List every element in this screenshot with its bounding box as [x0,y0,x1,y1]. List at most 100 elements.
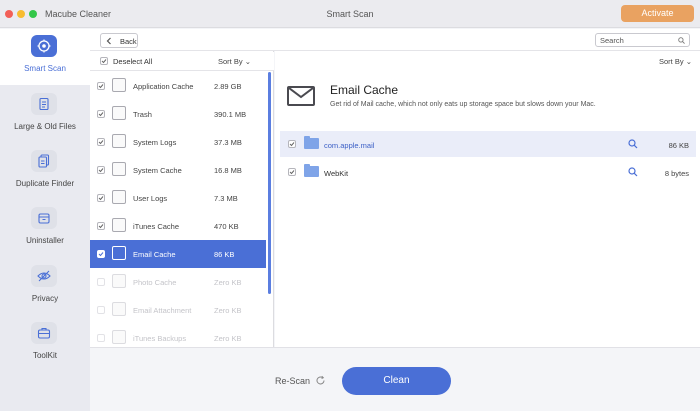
uninstall-icon [31,207,57,229]
item-size: 7.3 MB [214,194,238,203]
app-name: Macube Cleaner [45,9,112,19]
minimize-window-button[interactable] [17,10,25,18]
item-size: 470 KB [214,222,239,231]
target-icon [31,35,57,57]
log-icon [112,134,126,148]
list-scrollbar[interactable] [268,72,271,294]
item-name: iTunes Backups [133,334,187,343]
folder-icon [304,164,319,177]
chevron-down-icon: ⌄ [244,57,251,66]
item-name: User Logs [133,194,168,203]
trash-icon [112,106,126,120]
item-size: Zero KB [214,306,242,315]
clean-button[interactable]: Clean [342,367,451,395]
item-size: 37.3 MB [214,138,242,147]
mail-icon [287,86,315,106]
zoom-window-button[interactable] [29,10,37,18]
document-icon [31,93,57,115]
list-item-application-cache[interactable]: Application Cache 2.89 GB [90,72,266,100]
item-name: Trash [133,110,152,119]
list-item-system-cache[interactable]: System Cache 16.8 MB [90,156,266,184]
back-button[interactable]: Back [100,33,138,48]
item-checkbox[interactable] [97,110,105,118]
item-checkbox [97,278,105,286]
item-checkbox[interactable] [97,250,105,258]
item-checkbox[interactable] [97,222,105,230]
item-checkbox[interactable] [97,194,105,202]
magnifier-icon[interactable] [628,139,638,149]
file-row-webkit[interactable]: WebKit 8 bytes [280,159,696,185]
item-checkbox[interactable] [97,82,105,90]
rescan-button[interactable]: Re-Scan [275,376,310,386]
search-placeholder: Search [600,36,624,45]
eye-slash-icon [31,265,57,287]
file-checkbox[interactable] [288,168,296,176]
item-size: Zero KB [214,278,242,287]
list-item-trash[interactable]: Trash 390.1 MB [90,100,266,128]
chevron-down-icon: ⌄ [685,57,692,66]
item-name: Email Attachment [133,306,192,315]
sidebar-item-toolkit[interactable]: ToolKit [0,316,90,372]
sidebar-item-label: ToolKit [32,351,57,360]
refresh-icon[interactable] [315,375,326,386]
chevron-left-icon [106,37,111,45]
list-item-email-attachment: Email Attachment Zero KB [90,296,266,324]
toolbar: Back Search [90,29,700,51]
file-size: 86 KB [668,141,689,150]
deselect-all-checkbox[interactable] [100,57,108,65]
file-name: WebKit [324,169,349,178]
gear-icon [112,162,126,176]
item-name: Application Cache [133,82,194,91]
photo-icon [112,274,126,288]
sidebar-item-label: Uninstaller [26,236,64,245]
sidebar-item-privacy[interactable]: Privacy [0,259,90,315]
item-name: Photo Cache [133,278,177,287]
item-checkbox [97,334,105,342]
sidebar-item-label: Smart Scan [24,64,66,73]
detail-header: Email Cache Get rid of Mail cache, which… [275,72,700,128]
file-checkbox[interactable] [288,140,296,148]
sidebar-item-smart-scan[interactable]: Smart Scan [0,29,90,85]
list-item-photo-cache: Photo Cache Zero KB [90,268,266,296]
user-icon [112,190,126,204]
item-name: System Cache [133,166,182,175]
file-size: 8 bytes [664,169,689,178]
item-name: Email Cache [133,250,176,259]
sidebar-item-label: Duplicate Finder [15,179,75,188]
sidebar-item-label: Large & Old Files [14,122,76,131]
item-name: iTunes Cache [133,222,179,231]
item-checkbox[interactable] [97,138,105,146]
detail-title: Email Cache [330,83,399,97]
item-size: 16.8 MB [214,166,242,175]
back-label: Back [120,37,137,46]
list-sort-by-dropdown[interactable]: Sort By ⌄ [218,57,251,66]
folder-icon [304,136,319,149]
duplicate-icon [31,150,57,172]
item-checkbox[interactable] [97,166,105,174]
music-note-icon [112,218,126,232]
toolkit-icon [31,322,57,344]
list-item-email-cache[interactable]: Email Cache 86 KB [90,240,266,268]
list-item-system-logs[interactable]: System Logs 37.3 MB [90,128,266,156]
checkmark-icon [101,59,107,64]
list-item-itunes-backups: iTunes Backups Zero KB [90,324,266,347]
file-row-com-apple-mail[interactable]: com.apple.mail 86 KB [280,131,696,157]
sidebar-item-large-old-files[interactable]: Large & Old Files [0,87,90,143]
detail-sort-by-dropdown[interactable]: Sort By ⌄ [659,57,692,66]
item-checkbox [97,306,105,314]
search-input[interactable]: Search [595,33,690,47]
sidebar: Smart Scan Large & Old Files Duplicate F… [0,29,90,411]
item-size: 2.89 GB [214,82,242,91]
magnifier-icon[interactable] [628,167,638,177]
list-item-itunes-cache[interactable]: iTunes Cache 470 KB [90,212,266,240]
sidebar-item-duplicate-finder[interactable]: Duplicate Finder [0,144,90,200]
sidebar-item-uninstaller[interactable]: Uninstaller [0,201,90,257]
list-item-user-logs[interactable]: User Logs 7.3 MB [90,184,266,212]
activate-button[interactable]: Activate [621,5,694,22]
file-name: com.apple.mail [324,141,375,150]
close-window-button[interactable] [5,10,13,18]
gear-icon [112,78,126,92]
deselect-all-label[interactable]: Deselect All [113,57,152,66]
sidebar-item-label: Privacy [31,294,59,303]
detail-description: Get rid of Mail cache, which not only ea… [330,101,596,108]
